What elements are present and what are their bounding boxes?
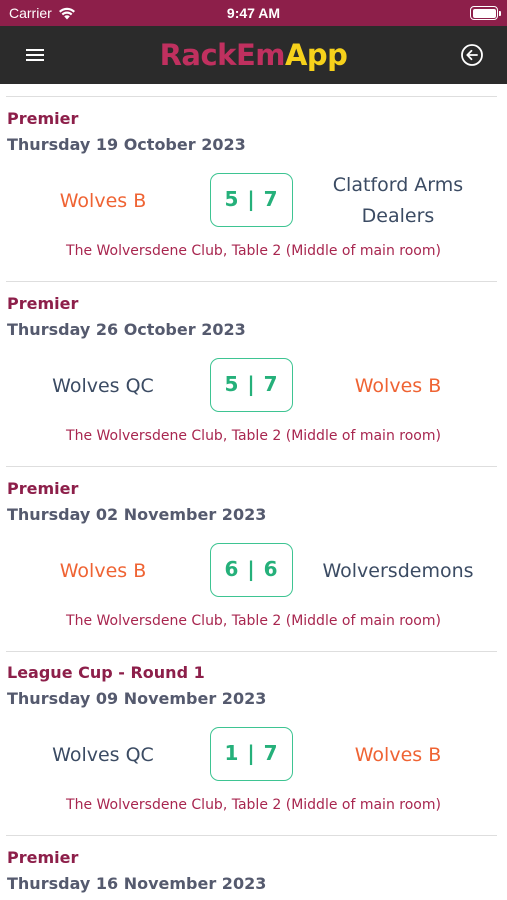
home-team: Wolves QC [52, 744, 154, 766]
home-team: Wolves B [59, 560, 147, 582]
score-box[interactable]: 1 | 7 [210, 727, 293, 781]
back-arrow-icon[interactable] [459, 42, 485, 68]
away-team: Wolves B [354, 375, 442, 397]
status-time: 9:47 AM [226, 5, 281, 21]
competition-label: League Cup - Round 1 [7, 663, 205, 682]
status-bar: Carrier 9:47 AM [0, 0, 507, 26]
battery-icon [470, 6, 501, 20]
fixture-date: Thursday 16 November 2023 [7, 874, 267, 893]
logo-text-app: App [284, 38, 348, 72]
logo-text-rackem: RackEm [159, 38, 286, 72]
score-box[interactable]: 5 | 7 [210, 173, 293, 227]
fixture-date: Thursday 09 November 2023 [7, 689, 267, 708]
app-logo: RackEmApp [0, 38, 507, 72]
home-team: Wolves QC [52, 375, 154, 397]
fixture-card[interactable]: Premier Thursday 16 November 2023 [0, 836, 507, 900]
competition-label: Premier [7, 479, 79, 498]
fixture-card[interactable]: Premier Thursday 26 October 2023 Wolves … [0, 282, 507, 467]
away-team: Clatford Arms Dealers [332, 174, 464, 227]
fixture-date: Thursday 19 October 2023 [7, 135, 246, 154]
score-box[interactable]: 6 | 6 [210, 543, 293, 597]
away-team: Wolves B [354, 744, 442, 766]
fixture-date: Thursday 02 November 2023 [7, 505, 267, 524]
competition-label: Premier [7, 294, 79, 313]
score-box[interactable]: 5 | 7 [210, 358, 293, 412]
fixture-card[interactable]: League Cup - Round 1 Thursday 09 Novembe… [0, 651, 507, 836]
home-team: Wolves B [59, 190, 147, 212]
competition-label: Premier [7, 848, 79, 867]
venue-label: The Wolversdene Club, Table 2 (Middle of… [66, 243, 441, 259]
venue-label: The Wolversdene Club, Table 2 (Middle of… [66, 613, 441, 629]
venue-label: The Wolversdene Club, Table 2 (Middle of… [66, 797, 441, 813]
fixture-card[interactable]: Premier Thursday 02 November 2023 Wolves… [0, 467, 507, 652]
venue-label: The Wolversdene Club, Table 2 (Middle of… [66, 428, 441, 444]
away-team: Wolversdemons [322, 560, 474, 582]
fixture-date: Thursday 26 October 2023 [7, 320, 246, 339]
fixture-card[interactable]: Premier Thursday 19 October 2023 Wolves … [0, 97, 507, 282]
nav-bar: RackEmApp [0, 26, 507, 84]
competition-label: Premier [7, 109, 79, 128]
